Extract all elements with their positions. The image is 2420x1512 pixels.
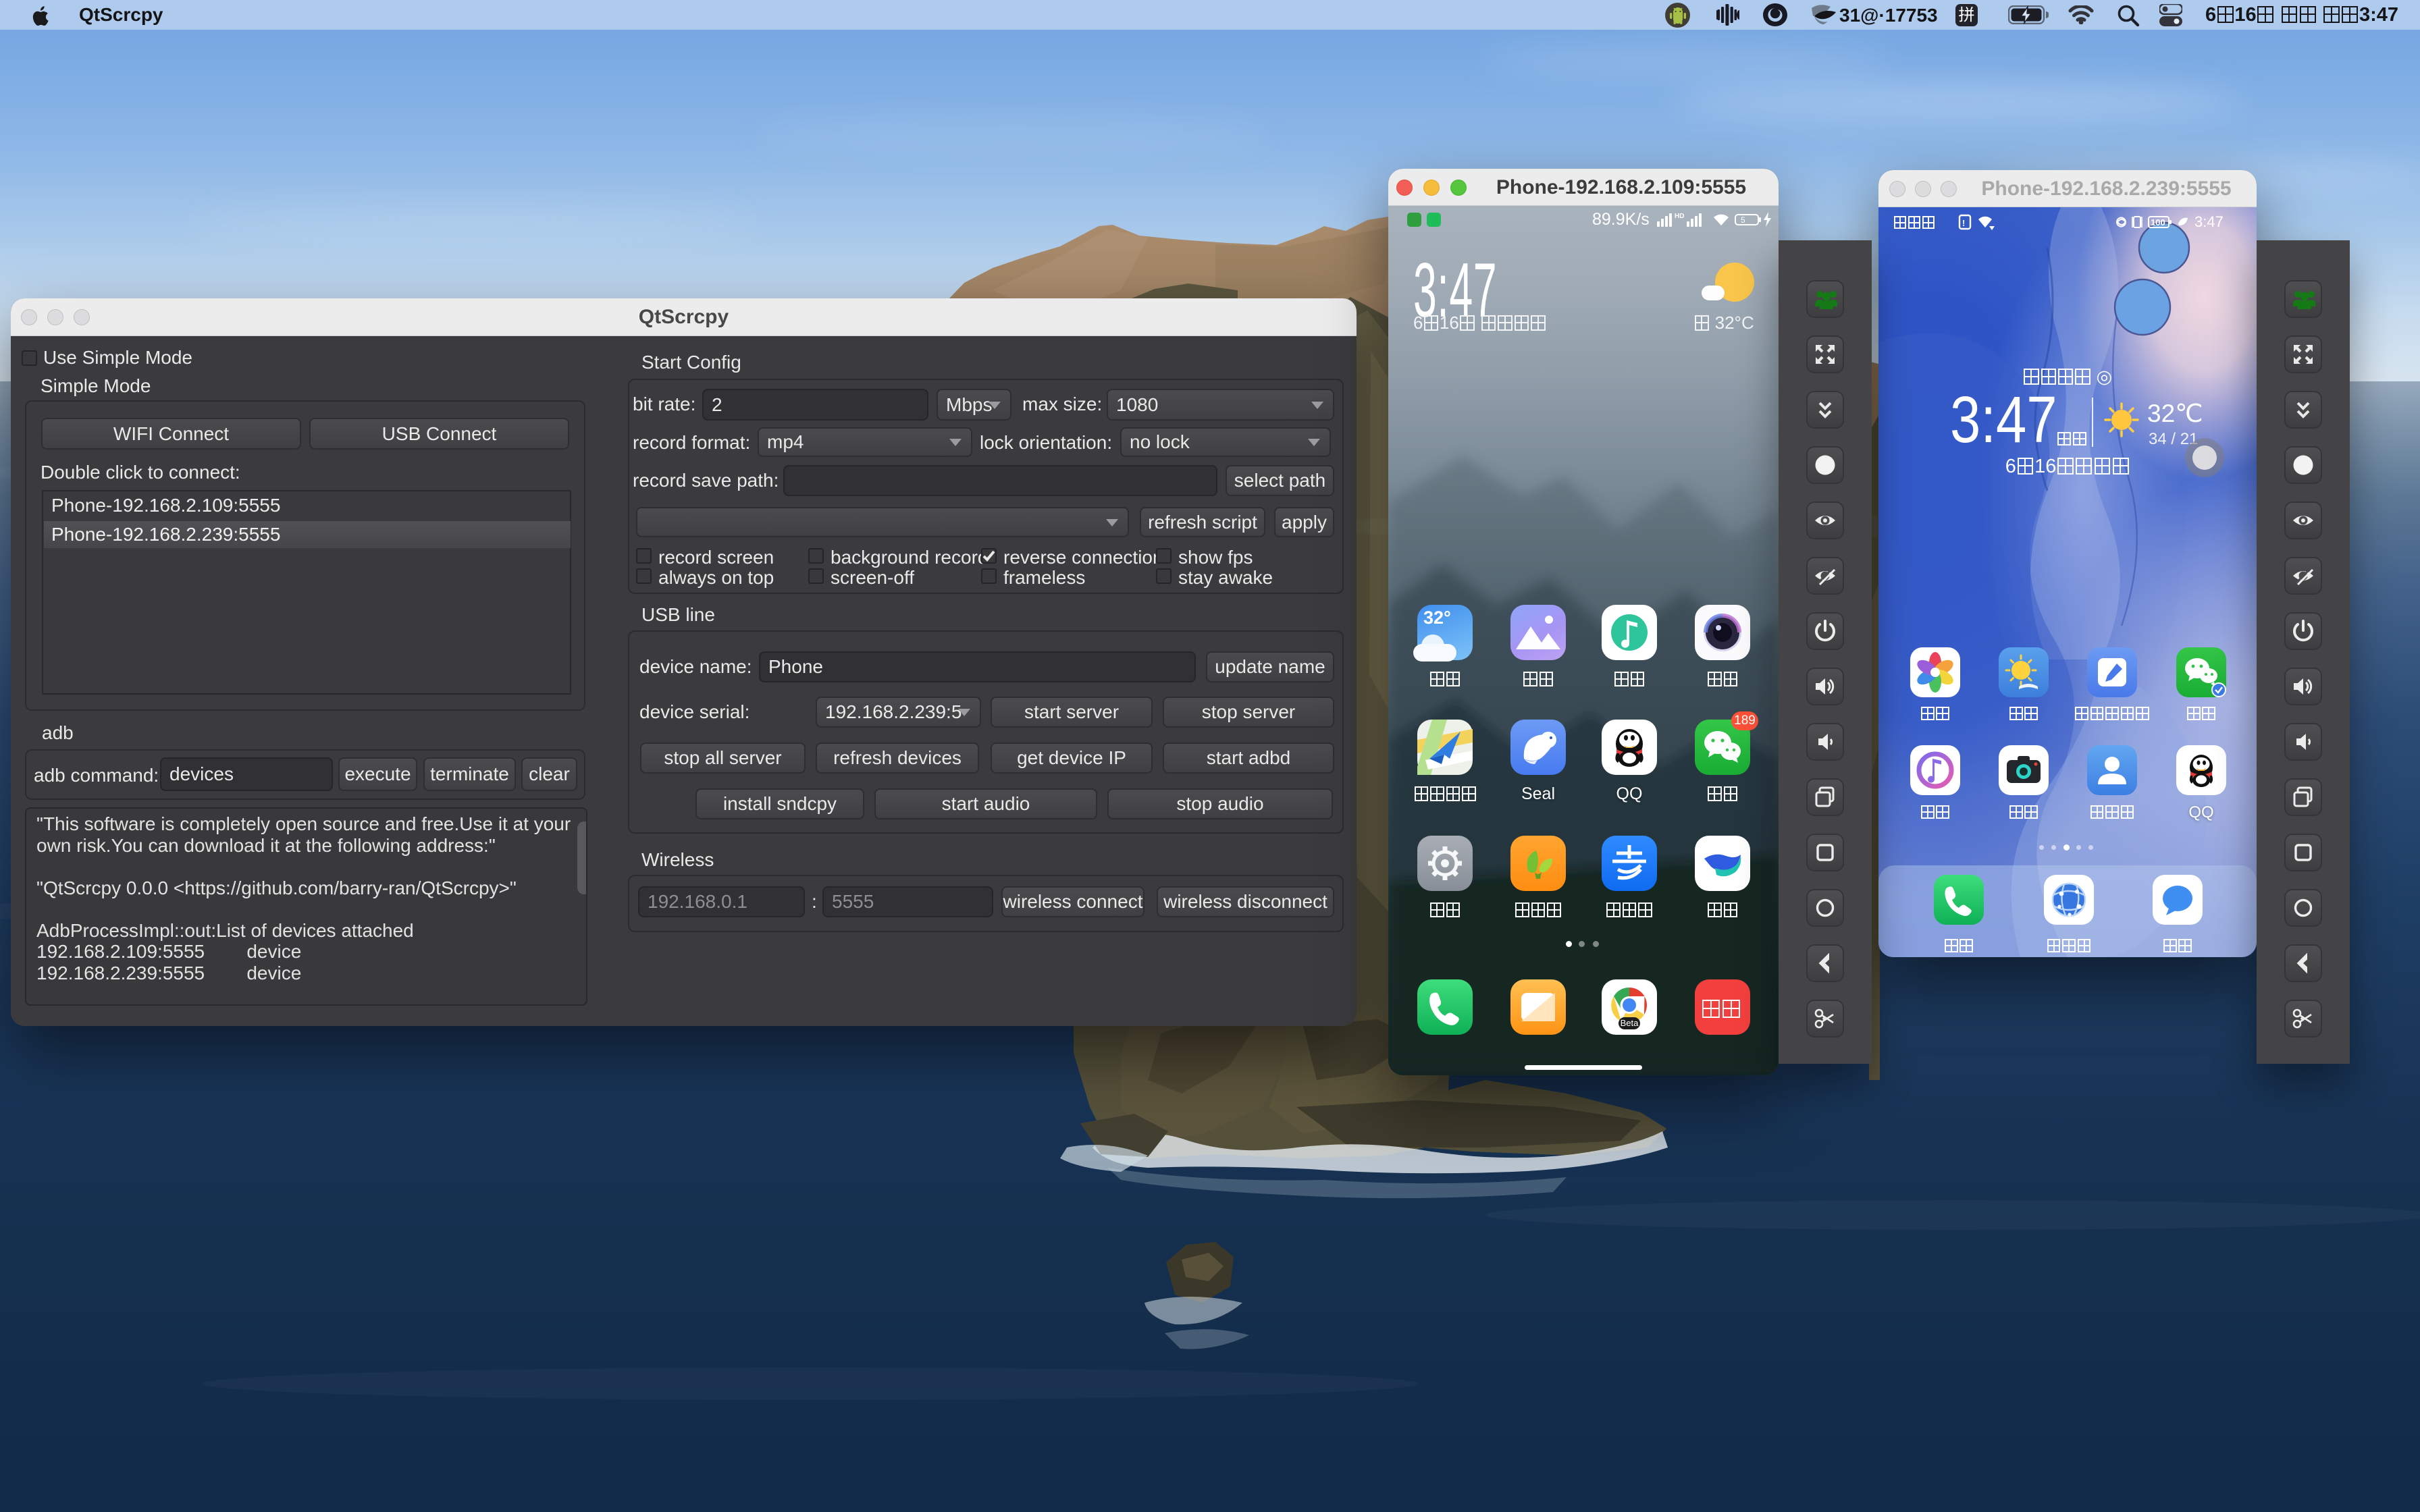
svg-text:!: ! <box>1962 218 1965 228</box>
svg-text:3:47: 3:47 <box>2194 214 2224 230</box>
svg-text:5: 5 <box>1741 215 1745 225</box>
svg-text:100: 100 <box>2151 217 2165 227</box>
svg-text:HD: HD <box>1675 213 1684 220</box>
svg-text:Beta: Beta <box>1621 1018 1639 1028</box>
